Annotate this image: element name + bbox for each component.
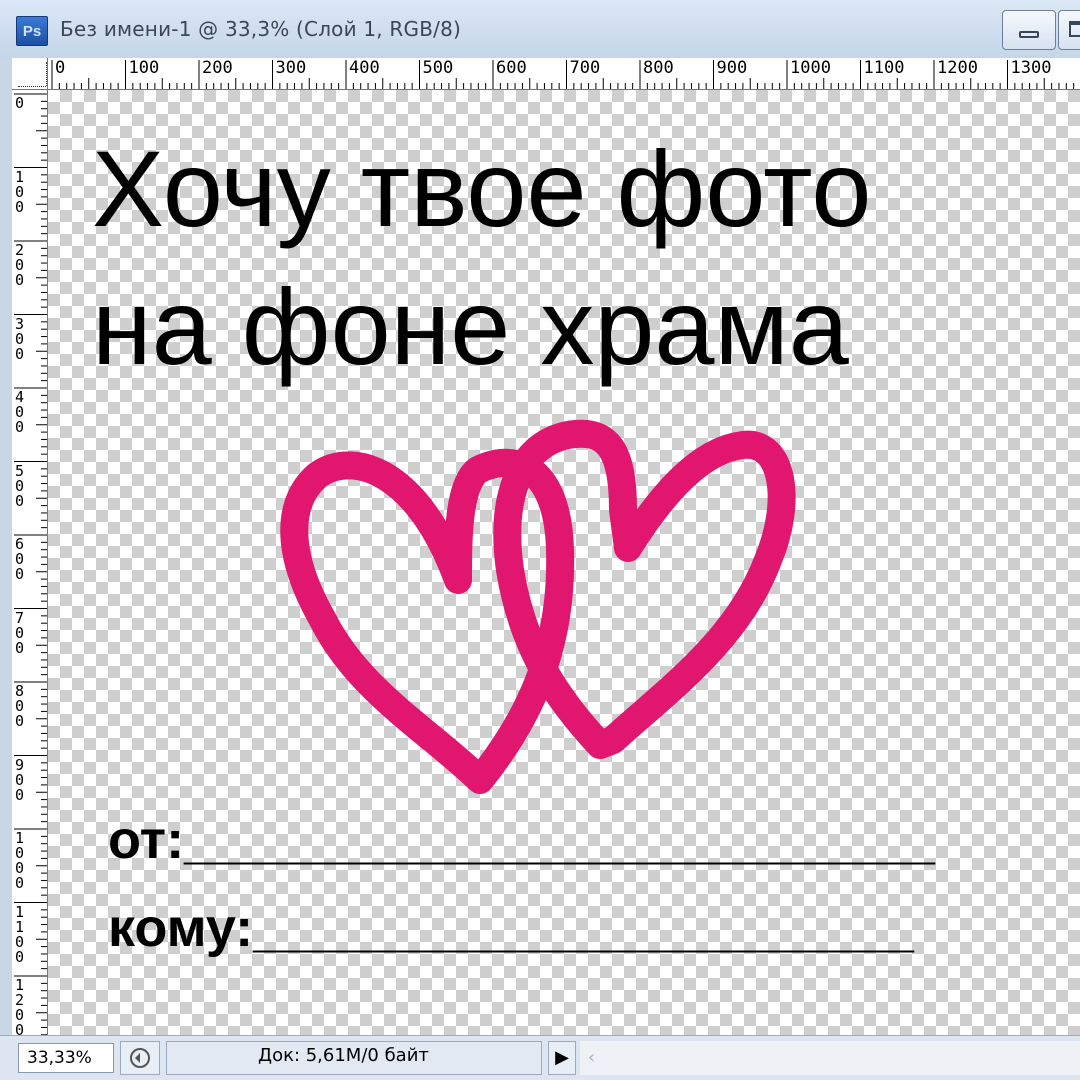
ruler-v-label: 300	[15, 314, 25, 363]
ruler-h-label: 200	[202, 58, 233, 78]
ruler-v-label: 600	[15, 535, 25, 583]
ruler-h-label: 900	[716, 58, 748, 78]
ruler-h-label: 700	[569, 58, 601, 78]
ruler-h-label: 1300	[1010, 58, 1052, 78]
document-title: Без имени-1 @ 33,3% (Слой 1, RGB/8)	[60, 17, 461, 41]
ruler-v-label: 800	[15, 682, 25, 730]
double-heart-icon	[280, 419, 796, 794]
ruler-v-label: 1000	[15, 829, 25, 892]
title-bar: Ps Без имени-1 @ 33,3% (Слой 1, RGB/8)	[0, 0, 1080, 59]
maximize-icon	[1069, 21, 1080, 37]
ruler-v-label: 200	[15, 241, 25, 289]
status-bar: 33,33% Док: 5,61M/0 байт ▶ ‹	[0, 1035, 1080, 1080]
zoom-level-input[interactable]: 33,33%	[18, 1043, 114, 1073]
ruler-h-label: 1100	[863, 58, 905, 78]
photoshop-app-icon: Ps	[16, 16, 48, 46]
horizontal-scrollbar[interactable]: ‹	[580, 1041, 1080, 1075]
ruler-h-label: 1000	[790, 58, 831, 78]
ruler-origin-corner[interactable]	[12, 58, 48, 90]
ruler-h-label: 800	[643, 58, 674, 78]
document-canvas[interactable]: Хочу твое фото на фоне храма от:________…	[48, 90, 1080, 1035]
ruler-h-label: 600	[496, 58, 527, 78]
maximize-button[interactable]	[1058, 10, 1080, 50]
ruler-h-label: 400	[349, 58, 380, 78]
ruler-h-label: 300	[275, 58, 307, 78]
ruler-v-label: 700	[15, 608, 25, 657]
ruler-v-label: 1200	[15, 976, 25, 1036]
ruler-v-label: 100	[15, 167, 25, 216]
vertical-ruler[interactable]: 0 100 200 300 400 500 600 700 800 900 1000 1100 1200	[12, 90, 48, 1035]
ruler-h-label: 1200	[937, 58, 978, 78]
ruler-v-label: 500	[15, 461, 25, 510]
minimize-button[interactable]	[1002, 10, 1056, 50]
scroll-left-icon[interactable]: ‹	[588, 1047, 595, 1068]
document-status-icon	[130, 1048, 150, 1068]
ruler-h-label: 0	[55, 58, 66, 78]
ruler-v-label: 400	[15, 388, 25, 436]
status-menu-arrow-button[interactable]: ▶	[548, 1041, 576, 1075]
from-field: от:_________________________	[108, 810, 935, 870]
document-size-info: Док: 5,61M/0 байт	[258, 1045, 429, 1066]
ruler-v-label: 900	[15, 755, 25, 804]
ruler-h-label: 100	[128, 58, 160, 78]
minimize-icon	[1019, 31, 1039, 38]
ruler-origin-guide-vertical	[46, 62, 47, 86]
status-info-button[interactable]	[120, 1041, 160, 1075]
horizontal-ruler[interactable]: 0 100 200 300 400 500 600 700 800 900 1000 1100 1200…	[48, 58, 1080, 90]
ruler-v-label: 0	[15, 94, 25, 112]
ruler-h-label: 500	[422, 58, 454, 78]
ruler-origin-guide-horizontal	[18, 86, 46, 87]
window-frame-left	[0, 58, 12, 1038]
to-field: кому:______________________	[108, 898, 914, 958]
ruler-v-label: 1100	[15, 902, 25, 966]
